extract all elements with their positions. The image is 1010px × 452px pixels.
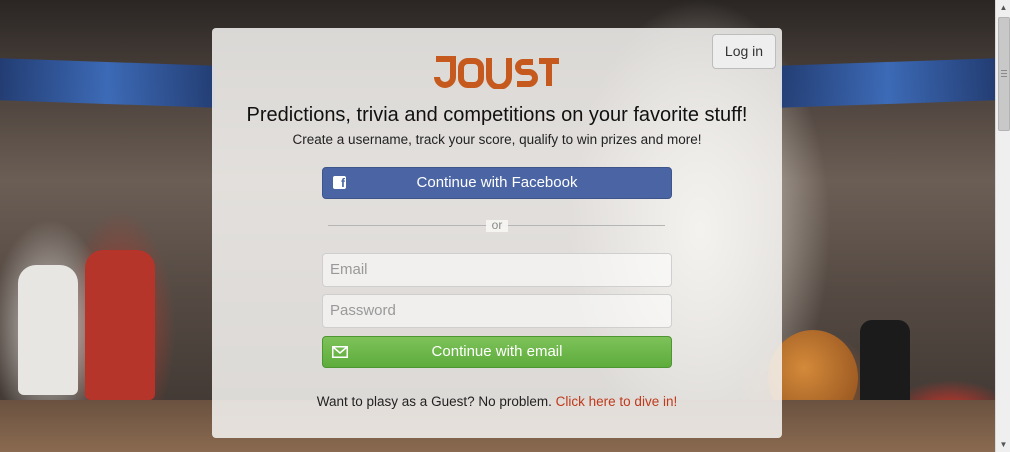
scrollbar-thumb[interactable] bbox=[998, 17, 1010, 131]
arena-banner-left bbox=[0, 58, 215, 108]
guest-prompt: Want to plasy as a Guest? No problem. Cl… bbox=[212, 394, 782, 409]
player-figure bbox=[18, 265, 78, 395]
joust-logo bbox=[212, 55, 782, 94]
facebook-button-label: Continue with Facebook bbox=[416, 174, 578, 191]
logo-wordmark bbox=[434, 56, 559, 89]
arena-banner-right bbox=[780, 58, 995, 108]
email-button-label: Continue with email bbox=[431, 343, 563, 360]
continue-with-email-button[interactable]: Continue with email bbox=[322, 336, 672, 368]
player-figure bbox=[85, 250, 155, 400]
continue-with-facebook-button[interactable]: f Continue with Facebook bbox=[322, 167, 672, 199]
password-field[interactable]: Password bbox=[322, 294, 672, 328]
scroll-down-arrow-icon[interactable]: ▼ bbox=[996, 437, 1010, 452]
subheadline: Create a username, track your score, qua… bbox=[292, 132, 702, 147]
headline: Predictions, trivia and competitions on … bbox=[246, 104, 748, 126]
guest-prompt-text: Want to plasy as a Guest? No problem. bbox=[316, 394, 552, 409]
signup-panel: Log in Predictions, trivia and competiti… bbox=[212, 28, 782, 438]
guest-link[interactable]: Click here to dive in! bbox=[556, 394, 678, 409]
vertical-scrollbar[interactable]: ▲ ▼ bbox=[995, 0, 1010, 452]
email-field[interactable]: Email bbox=[322, 253, 672, 287]
scroll-up-arrow-icon[interactable]: ▲ bbox=[996, 0, 1010, 15]
divider-or-text: or bbox=[491, 218, 503, 232]
